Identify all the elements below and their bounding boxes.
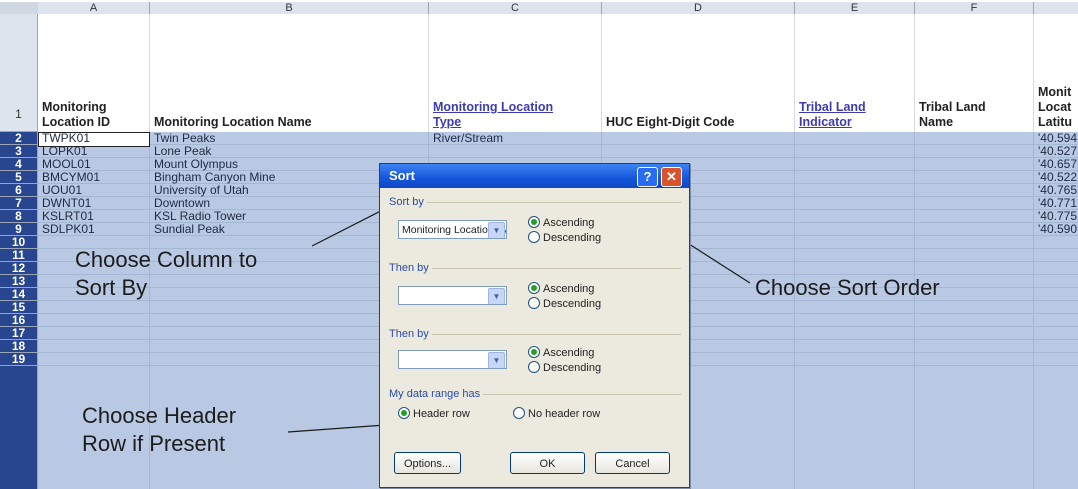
dialog-title: Sort	[389, 168, 415, 183]
header-text: Tribal Land	[919, 100, 986, 114]
grid-divider	[601, 14, 602, 132]
callout-text: Choose Header	[82, 403, 237, 428]
header-text: Name	[919, 115, 954, 129]
ok-button[interactable]: OK	[510, 452, 585, 474]
grid-divider	[794, 132, 795, 489]
header-text: Locat	[1038, 100, 1072, 114]
callout-text: Choose Column to	[75, 247, 258, 272]
help-button[interactable]: ?	[637, 167, 658, 187]
sort-by-group: Sort by	[386, 196, 681, 208]
radio-selected-icon	[528, 346, 540, 358]
cell-latitude[interactable]: '40.590	[1038, 223, 1077, 236]
sort-by-descending-radio[interactable]: Descending	[528, 231, 601, 244]
then-by-combo-2[interactable]: ▼	[398, 350, 507, 369]
grid-divider	[1033, 132, 1034, 489]
data-range-label: My data range has	[386, 388, 484, 400]
radio-label: Ascending	[543, 347, 595, 359]
radio-empty-icon	[528, 297, 540, 309]
header-cell-latitude[interactable]: Monit Locat Latitu	[1038, 85, 1072, 130]
header-text: Type	[433, 115, 462, 129]
grid-divider	[914, 14, 915, 132]
grid-divider	[794, 14, 795, 132]
then-by-1-ascending-radio[interactable]: Ascending	[528, 282, 594, 295]
chevron-down-icon[interactable]: ▼	[488, 352, 505, 368]
callout-text: Sort By	[75, 275, 148, 300]
header-text: Location ID	[42, 115, 111, 129]
header-cell-tribal-indicator[interactable]: Tribal Land Indicator	[799, 100, 866, 130]
cancel-button[interactable]: Cancel	[595, 452, 670, 474]
dialog-title-bar[interactable]: Sort ? ✕	[380, 164, 689, 188]
column-header-bar: A B C D E F	[0, 2, 1078, 15]
radio-empty-icon	[513, 407, 525, 419]
dialog-body: Sort by Monitoring Location Type ▼ Ascen…	[380, 188, 689, 487]
header-text: Monitoring Location	[433, 100, 554, 114]
header-text: Monit	[1038, 85, 1072, 99]
header-text: Monitoring	[42, 100, 107, 114]
chevron-down-icon[interactable]: ▼	[488, 288, 505, 304]
header-text: Latitu	[1038, 115, 1073, 129]
then-by-group-1: Then by	[386, 262, 681, 274]
then-by-group-2: Then by	[386, 328, 681, 340]
grid-divider	[428, 14, 429, 132]
radio-selected-icon	[398, 407, 410, 419]
radio-label: No header row	[528, 408, 601, 420]
sort-by-combo[interactable]: Monitoring Location Type ▼	[398, 220, 507, 239]
header-cell-tribal-name[interactable]: Tribal Land Name	[919, 100, 986, 130]
grid-divider	[149, 14, 150, 132]
cell-location-type[interactable]: River/Stream	[433, 132, 503, 145]
grid-divider	[1033, 14, 1034, 132]
options-button[interactable]: Options...	[394, 452, 461, 474]
no-header-row-radio[interactable]: No header row	[513, 407, 600, 420]
radio-empty-icon	[528, 361, 540, 373]
header-text: Indicator	[799, 115, 852, 129]
row-number-19[interactable]: 19	[0, 353, 38, 366]
sort-by-label: Sort by	[386, 196, 427, 208]
then-by-label: Then by	[386, 262, 432, 274]
radio-label: Ascending	[543, 283, 595, 295]
header-row-radio[interactable]: Header row	[398, 407, 470, 420]
cell-location-name[interactable]: Sundial Peak	[154, 223, 225, 236]
grid-divider	[914, 132, 915, 489]
radio-label: Descending	[543, 298, 602, 310]
header-cell-location-name[interactable]: Monitoring Location Name	[154, 115, 312, 130]
then-by-combo-1[interactable]: ▼	[398, 286, 507, 305]
radio-selected-icon	[528, 216, 540, 228]
then-by-1-descending-radio[interactable]: Descending	[528, 297, 601, 310]
cell-location-id[interactable]: SDLPK01	[42, 223, 95, 236]
callout-choose-column: Choose Column to Sort By	[75, 246, 257, 302]
header-text: Tribal Land	[799, 100, 866, 114]
spreadsheet: A B C D E F 1 2 3 4 5 6 7 8 9 10 11 12 1…	[0, 0, 1078, 489]
radio-label: Descending	[543, 362, 602, 374]
header-row: Monitoring Location ID Monitoring Locati…	[38, 14, 1078, 133]
close-button[interactable]: ✕	[661, 167, 682, 187]
then-by-2-descending-radio[interactable]: Descending	[528, 361, 601, 374]
callout-choose-header: Choose Header Row if Present	[82, 402, 236, 458]
radio-selected-icon	[528, 282, 540, 294]
chevron-down-icon[interactable]: ▼	[488, 222, 505, 238]
then-by-2-ascending-radio[interactable]: Ascending	[528, 346, 594, 359]
callout-choose-order: Choose Sort Order	[755, 275, 940, 300]
row-number-1[interactable]: 1	[0, 14, 38, 132]
row-number-overflow	[0, 366, 38, 489]
header-cell-huc-code[interactable]: HUC Eight-Digit Code	[606, 115, 734, 130]
then-by-label: Then by	[386, 328, 432, 340]
radio-label: Header row	[413, 408, 470, 420]
header-cell-location-id[interactable]: Monitoring Location ID	[42, 100, 110, 130]
header-cell-location-type[interactable]: Monitoring Location Type	[433, 100, 553, 130]
sort-dialog: Sort ? ✕ Sort by Monitoring Location Typ…	[379, 163, 690, 488]
radio-label: Ascending	[543, 217, 595, 229]
sort-by-ascending-radio[interactable]: Ascending	[528, 216, 594, 229]
callout-text: Row if Present	[82, 431, 226, 456]
radio-label: Descending	[543, 232, 602, 244]
screenshot: A B C D E F 1 2 3 4 5 6 7 8 9 10 11 12 1…	[0, 0, 1078, 489]
radio-empty-icon	[528, 231, 540, 243]
data-range-group: My data range has	[386, 388, 681, 400]
